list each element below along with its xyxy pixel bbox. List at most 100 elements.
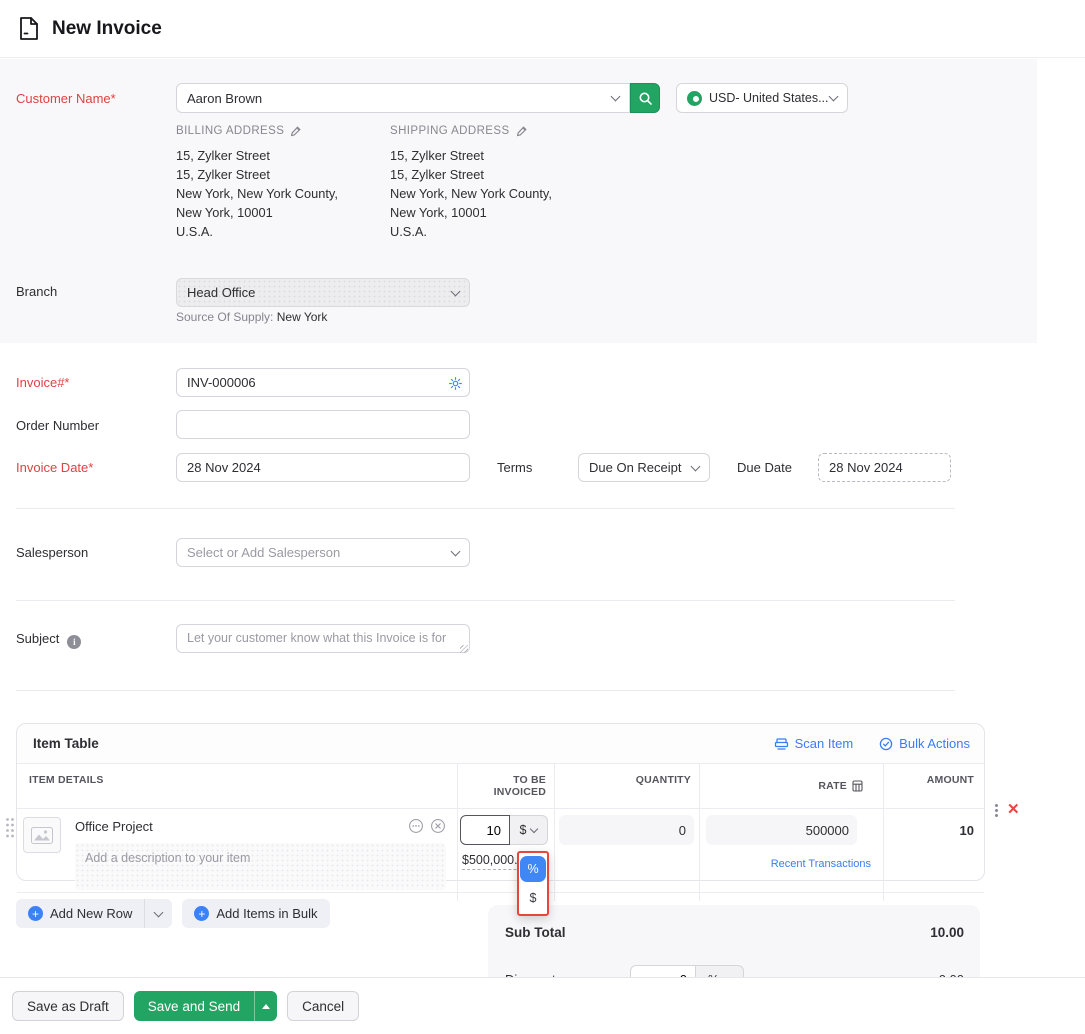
quantity-input[interactable]: 0	[559, 815, 694, 845]
drag-handle-icon[interactable]	[5, 817, 15, 839]
invoice-date-input[interactable]	[176, 453, 470, 482]
customer-section: Customer Name* Aaron Brown USD- United S…	[0, 59, 1037, 343]
item-name[interactable]: Office Project	[75, 819, 153, 834]
source-of-supply-label: Source Of Supply:	[176, 310, 273, 324]
unit-option-dollar[interactable]: $	[520, 885, 546, 911]
subject-label-text: Subject	[16, 631, 59, 646]
terms-select[interactable]: Due On Receipt	[578, 453, 710, 482]
due-date-input[interactable]	[818, 453, 951, 482]
item-clear-icon[interactable]	[430, 818, 446, 834]
address-line: New York, New York County,	[176, 184, 386, 203]
billing-address-block: BILLING ADDRESS 15, Zylker Street 15, Zy…	[176, 125, 386, 241]
save-as-draft-button[interactable]: Save as Draft	[12, 991, 124, 1021]
bulk-actions-button[interactable]: Bulk Actions	[879, 736, 970, 751]
add-new-row-label: Add New Row	[50, 906, 132, 921]
branch-select[interactable]: Head Office	[176, 278, 470, 307]
page-title: New Invoice	[52, 18, 162, 40]
to-be-invoiced-input[interactable]	[460, 815, 510, 845]
address-line: 15, Zylker Street	[390, 165, 600, 184]
bulk-actions-label: Bulk Actions	[899, 736, 970, 751]
add-new-row-button[interactable]: + Add New Row	[16, 899, 172, 928]
address-line: New York, 10001	[390, 203, 600, 222]
edit-pencil-icon[interactable]	[290, 125, 302, 137]
item-table-header: ITEM DETAILS TO BE INVOICED QUANTITY RAT…	[17, 764, 984, 809]
due-date-label: Due Date	[737, 460, 792, 475]
chevron-down-icon	[451, 546, 461, 556]
section-divider	[16, 508, 955, 509]
rate-settings-icon[interactable]	[852, 780, 863, 792]
textarea-resize-handle[interactable]	[460, 645, 468, 653]
add-items-in-bulk-label: Add Items in Bulk	[216, 906, 317, 921]
shipping-address-lines: 15, Zylker Street 15, Zylker Street New …	[390, 146, 600, 241]
quantity-cell: 0	[554, 809, 699, 901]
new-invoice-page: New Invoice Customer Name* Aaron Brown U…	[0, 0, 1085, 1034]
plus-icon: +	[28, 906, 43, 921]
unit-value: $	[520, 823, 527, 837]
save-and-send-button[interactable]: Save and Send	[134, 991, 277, 1021]
section-divider	[16, 600, 955, 601]
item-details-cell: Office Project	[17, 809, 457, 901]
recent-transactions-link[interactable]: Recent Transactions	[700, 858, 883, 870]
customer-name-select[interactable]: Aaron Brown	[176, 83, 630, 113]
footer-bar: Save as Draft Save and Send Cancel	[0, 977, 1085, 1034]
unit-option-percent[interactable]: %	[520, 856, 546, 882]
col-quantity: QUANTITY	[554, 764, 699, 808]
scan-item-label: Scan Item	[795, 736, 854, 751]
scan-item-button[interactable]: Scan Item	[774, 736, 854, 751]
branch-value: Head Office	[187, 285, 255, 300]
to-be-invoiced-unit-toggle[interactable]: $	[510, 815, 548, 845]
invoice-date-label: Invoice Date*	[16, 460, 93, 475]
customer-search-button[interactable]	[630, 83, 660, 113]
add-new-row-dropdown-toggle[interactable]	[144, 899, 172, 928]
invoice-number-input[interactable]	[176, 368, 470, 397]
address-line: U.S.A.	[176, 222, 386, 241]
chevron-down-icon	[829, 92, 839, 102]
subject-input[interactable]	[176, 624, 470, 653]
to-be-invoiced-cell: $ $500,000.00 % $	[457, 809, 554, 901]
shipping-address-block: SHIPPING ADDRESS 15, Zylker Street 15, Z…	[390, 125, 600, 241]
customer-name-value: Aaron Brown	[187, 91, 262, 106]
save-and-send-dropdown-toggle[interactable]	[254, 991, 277, 1021]
invoice-number-label: Invoice#*	[16, 375, 69, 390]
item-image-placeholder[interactable]	[23, 817, 61, 853]
rate-cell: 500000 Recent Transactions	[699, 809, 883, 901]
chevron-down-icon	[451, 286, 461, 296]
item-table: Item Table Scan Item	[16, 723, 985, 881]
gear-icon[interactable]	[444, 372, 466, 394]
row-more-icon[interactable]	[995, 804, 998, 817]
customer-name-label: Customer Name*	[16, 91, 116, 106]
salesperson-select[interactable]: Select or Add Salesperson	[176, 538, 470, 567]
chevron-down-icon	[154, 907, 164, 917]
chevron-down-icon	[530, 825, 538, 833]
item-description-input[interactable]	[75, 843, 446, 890]
subject-label: Subject i	[16, 631, 81, 649]
salesperson-label: Salesperson	[16, 545, 88, 560]
save-and-send-label[interactable]: Save and Send	[134, 991, 254, 1021]
item-more-options-icon[interactable]	[408, 818, 424, 834]
order-number-input[interactable]	[176, 410, 470, 439]
add-items-in-bulk-button[interactable]: + Add Items in Bulk	[182, 899, 329, 928]
info-icon: i	[67, 635, 81, 649]
currency-coin-icon	[687, 91, 702, 106]
source-of-supply: Source Of Supply: New York	[176, 310, 327, 324]
sub-total-value: 10.00	[930, 925, 964, 940]
col-item-details: ITEM DETAILS	[17, 764, 457, 808]
currency-value: USD- United States...	[709, 91, 829, 105]
col-rate-label: RATE	[818, 780, 847, 792]
scanner-icon	[774, 737, 789, 751]
item-row-actions: ✕	[995, 803, 1020, 817]
amount-cell: 10	[883, 809, 986, 901]
edit-pencil-icon[interactable]	[516, 125, 528, 137]
order-number-label: Order Number	[16, 418, 99, 433]
cancel-button[interactable]: Cancel	[287, 991, 359, 1021]
terms-label: Terms	[497, 460, 532, 475]
currency-select[interactable]: USD- United States...	[676, 83, 848, 113]
chevron-down-icon	[691, 461, 701, 471]
salesperson-placeholder: Select or Add Salesperson	[187, 545, 340, 560]
address-line: 15, Zylker Street	[176, 146, 386, 165]
check-circle-icon	[879, 737, 893, 751]
rate-input[interactable]: 500000	[706, 815, 857, 845]
address-line: 15, Zylker Street	[390, 146, 600, 165]
shipping-address-heading: SHIPPING ADDRESS	[390, 125, 510, 137]
row-delete-icon[interactable]: ✕	[1007, 803, 1020, 817]
